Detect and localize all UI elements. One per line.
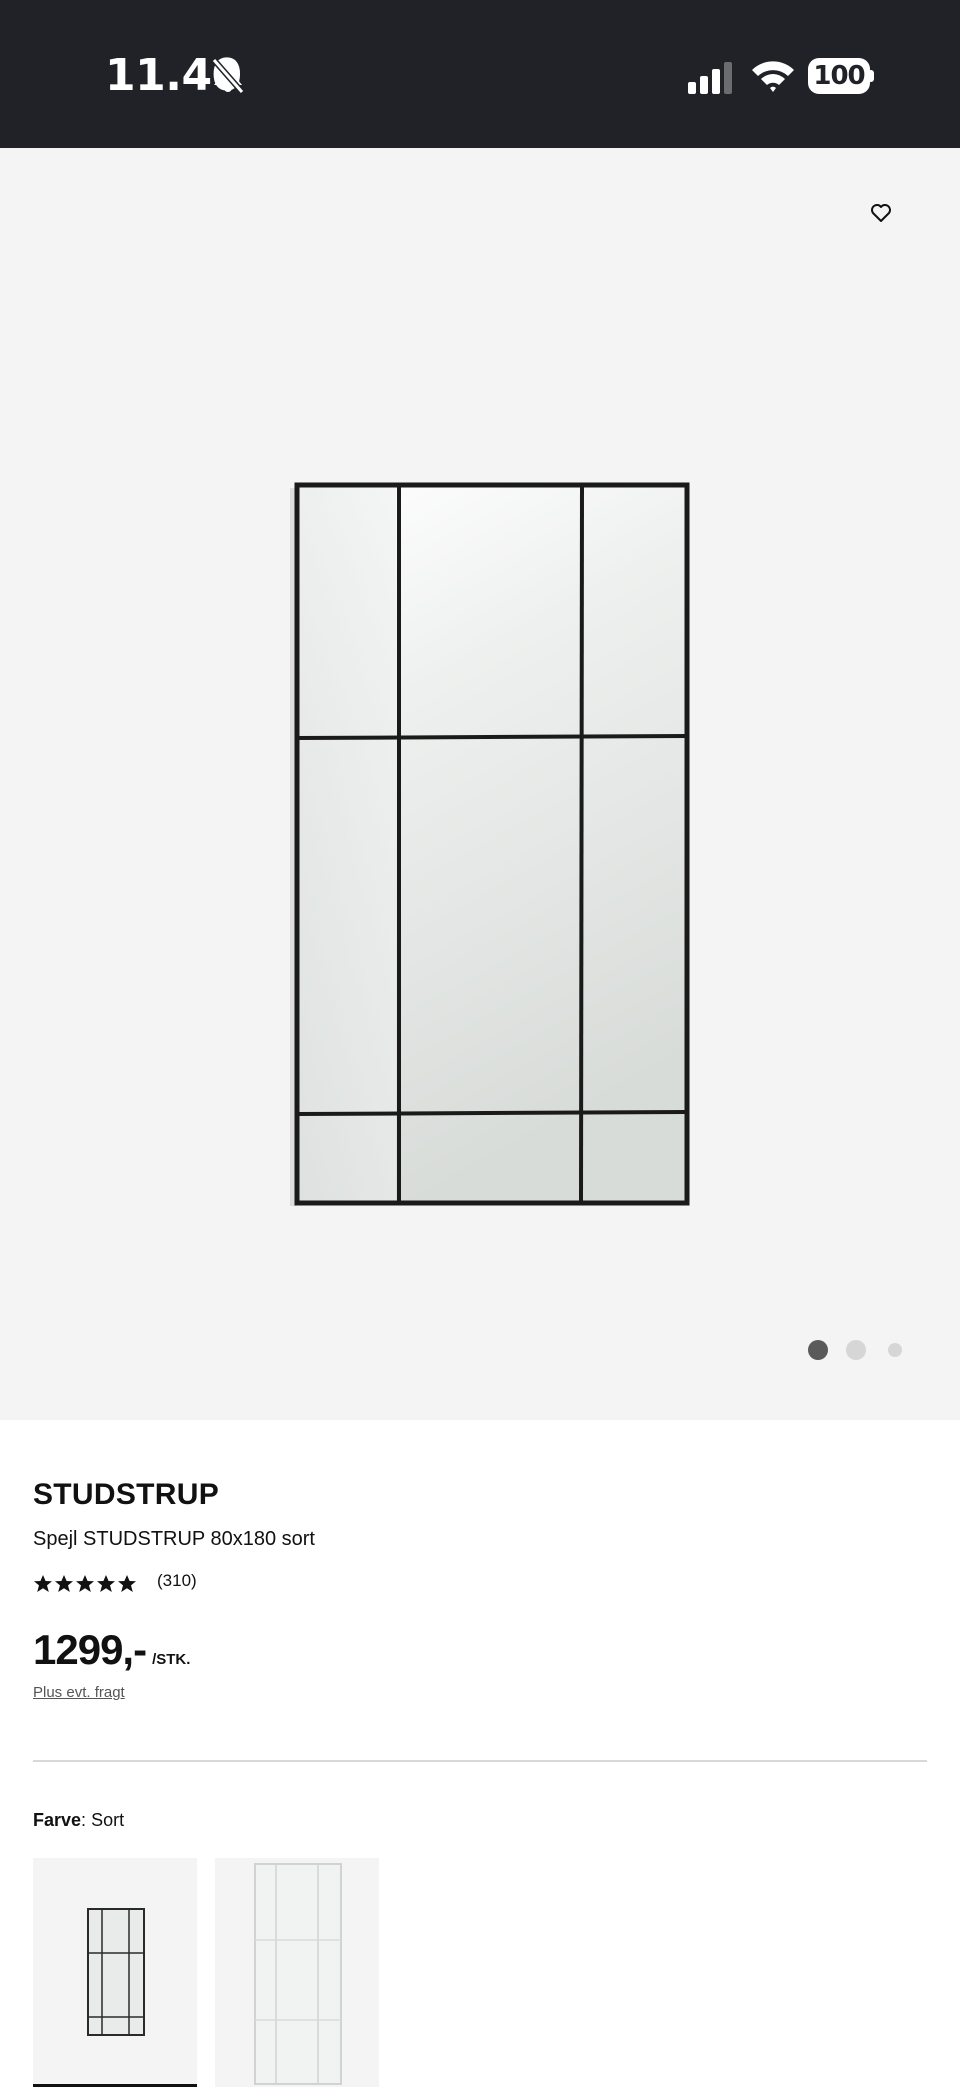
gallery-pagination[interactable] <box>808 1340 902 1360</box>
color-label-title: Farve <box>33 1810 82 1830</box>
star-icon <box>97 1575 115 1592</box>
bell-slash-icon <box>211 58 245 94</box>
gallery-dot-active[interactable] <box>808 1340 828 1360</box>
color-label-separator: : <box>81 1810 92 1830</box>
product-gallery[interactable] <box>0 148 960 1420</box>
variant-aluminium[interactable] <box>215 1858 379 2087</box>
variant-black[interactable] <box>33 1858 197 2087</box>
variant-aluminium-image <box>254 1863 342 2085</box>
wifi-icon <box>752 61 794 92</box>
status-bar: 11.40 100 <box>0 0 960 148</box>
favorite-button[interactable] <box>864 196 898 230</box>
star-icon <box>55 1575 73 1592</box>
variant-black-image <box>87 1908 145 2036</box>
color-variants <box>33 1858 379 2087</box>
review-count[interactable]: (310) <box>157 1571 197 1591</box>
gallery-dot[interactable] <box>846 1340 866 1360</box>
product-brand: STUDSTRUP <box>33 1478 220 1511</box>
color-value: Sort <box>91 1810 125 1830</box>
star-icon <box>76 1575 94 1592</box>
star-icon <box>118 1575 136 1592</box>
color-label: Farve: Sort <box>33 1810 124 1831</box>
rating-stars <box>33 1574 137 1594</box>
product-rating[interactable]: (310) <box>33 1571 197 1594</box>
star-icon <box>34 1575 52 1592</box>
battery-icon: 100 <box>808 58 874 94</box>
gallery-dot[interactable] <box>888 1343 902 1357</box>
product-image <box>148 328 818 1228</box>
price-unit: /STK. <box>152 1651 191 1668</box>
divider <box>33 1760 927 1762</box>
product-price: 1299,- <box>33 1626 147 1673</box>
shipping-link[interactable]: Plus evt. fragt <box>33 1684 125 1701</box>
signal-icon <box>688 62 732 94</box>
price-row: 1299,- /STK. <box>33 1626 190 1674</box>
battery-level: 100 <box>813 61 865 91</box>
product-description: Spejl STUDSTRUP 80x180 sort <box>33 1528 315 1550</box>
heart-outline-icon <box>871 204 891 222</box>
